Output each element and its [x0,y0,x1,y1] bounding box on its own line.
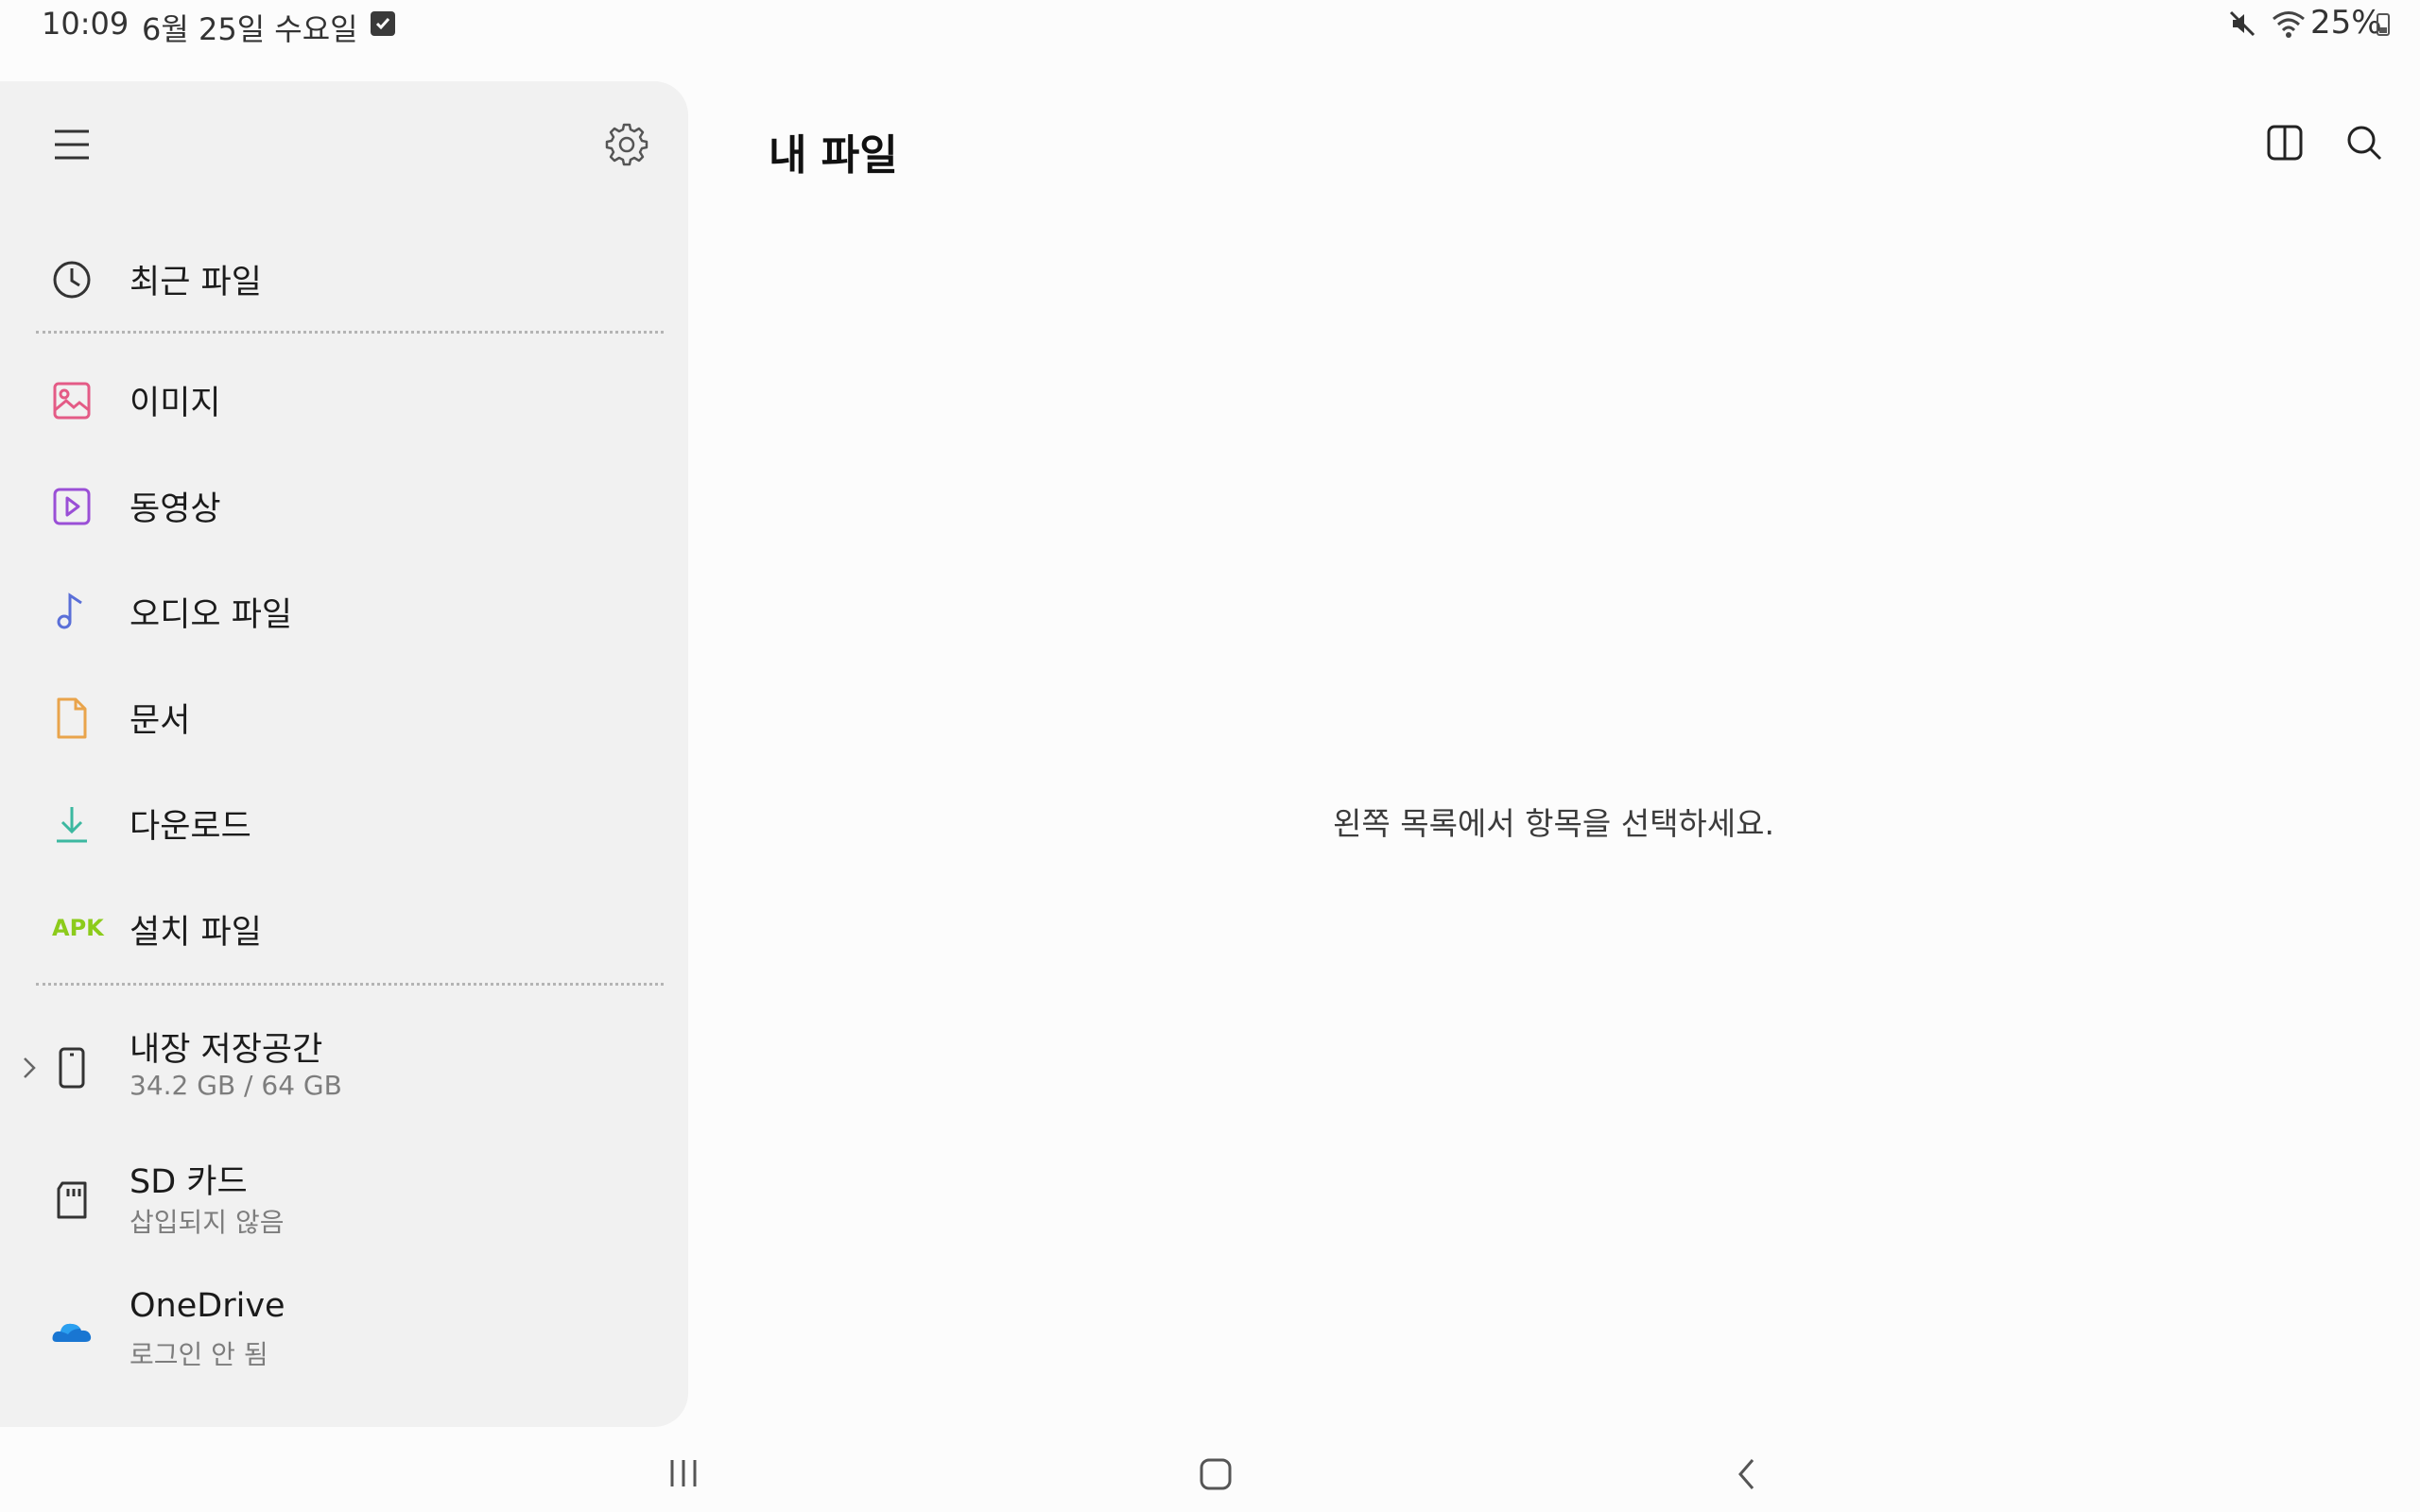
mute-icon [2227,8,2259,43]
sidebar-item-label: 오디오 파일 [130,596,293,634]
clock-icon [49,257,95,302]
sidebar-item-installation-files[interactable]: APK 설치 파일 [0,877,688,971]
sidebar-item-images[interactable]: 이미지 [0,348,688,442]
sidebar-item-label: 설치 파일 [130,914,262,952]
document-icon [49,696,95,741]
sidebar-item-videos[interactable]: 동영상 [0,454,688,548]
status-time: 10:09 [42,6,130,42]
home-icon[interactable] [1199,1457,1233,1495]
empty-state-message: 왼쪽 목록에서 항목을 선택하세요. [1333,805,1774,842]
sidebar-item-documents[interactable]: 문서 [0,665,688,760]
image-icon [49,378,95,423]
checkbox-notification-icon [371,11,395,36]
sd-card-status: 삽입되지 않음 [130,1207,285,1238]
sidebar-item-label: 다운로드 [130,808,251,846]
sd-card-icon [49,1177,95,1223]
sidebar-item-downloads[interactable]: 다운로드 [0,771,688,866]
search-icon[interactable] [2344,123,2384,166]
chevron-right-icon[interactable] [21,1055,38,1085]
sidebar-item-label: SD 카드 [130,1163,248,1201]
music-note-icon [49,590,95,635]
sidebar-item-label: 이미지 [130,385,221,422]
onedrive-status: 로그인 안 됨 [130,1339,268,1370]
status-bar: 10:09 6월 25일 수요일 25% [0,0,2420,53]
hamburger-menu-icon[interactable] [53,129,91,164]
gear-icon[interactable] [605,123,648,170]
divider [36,983,664,986]
sidebar-item-label: 문서 [130,702,191,740]
cloud-icon [49,1310,95,1355]
battery-icon [2377,13,2390,36]
battery-percentage: 25% [2310,4,2382,42]
page-title: 내 파일 [769,131,898,180]
sidebar-item-sd-card[interactable]: SD 카드 삽입되지 않음 [0,1143,688,1266]
sidebar-item-internal-storage[interactable]: 내장 저장공간 34.2 GB / 64 GB [0,1011,688,1134]
sidebar-item-label: 동영상 [130,490,221,528]
phone-icon [49,1045,95,1091]
back-icon[interactable] [1736,1457,1758,1495]
sidebar-item-onedrive[interactable]: OneDrive 로그인 안 됨 [0,1276,688,1399]
apk-icon: APK [52,915,104,941]
video-icon [49,484,95,529]
navigation-bar [0,1436,2420,1512]
sidebar-item-audio[interactable]: 오디오 파일 [0,559,688,654]
recents-icon[interactable] [667,1457,700,1493]
sidebar-item-label: OneDrive [130,1287,285,1325]
sidebar-item-label: 내장 저장공간 [130,1031,323,1069]
divider [36,331,664,334]
wifi-icon [2271,8,2307,43]
storage-usage: 34.2 GB / 64 GB [130,1070,342,1101]
download-icon [49,801,95,847]
split-view-icon[interactable] [2265,123,2305,166]
status-date: 6월 25일 수요일 [142,11,358,47]
sidebar-item-label: 최근 파일 [130,264,262,301]
sidebar-item-recent-files[interactable]: 최근 파일 [0,227,688,321]
